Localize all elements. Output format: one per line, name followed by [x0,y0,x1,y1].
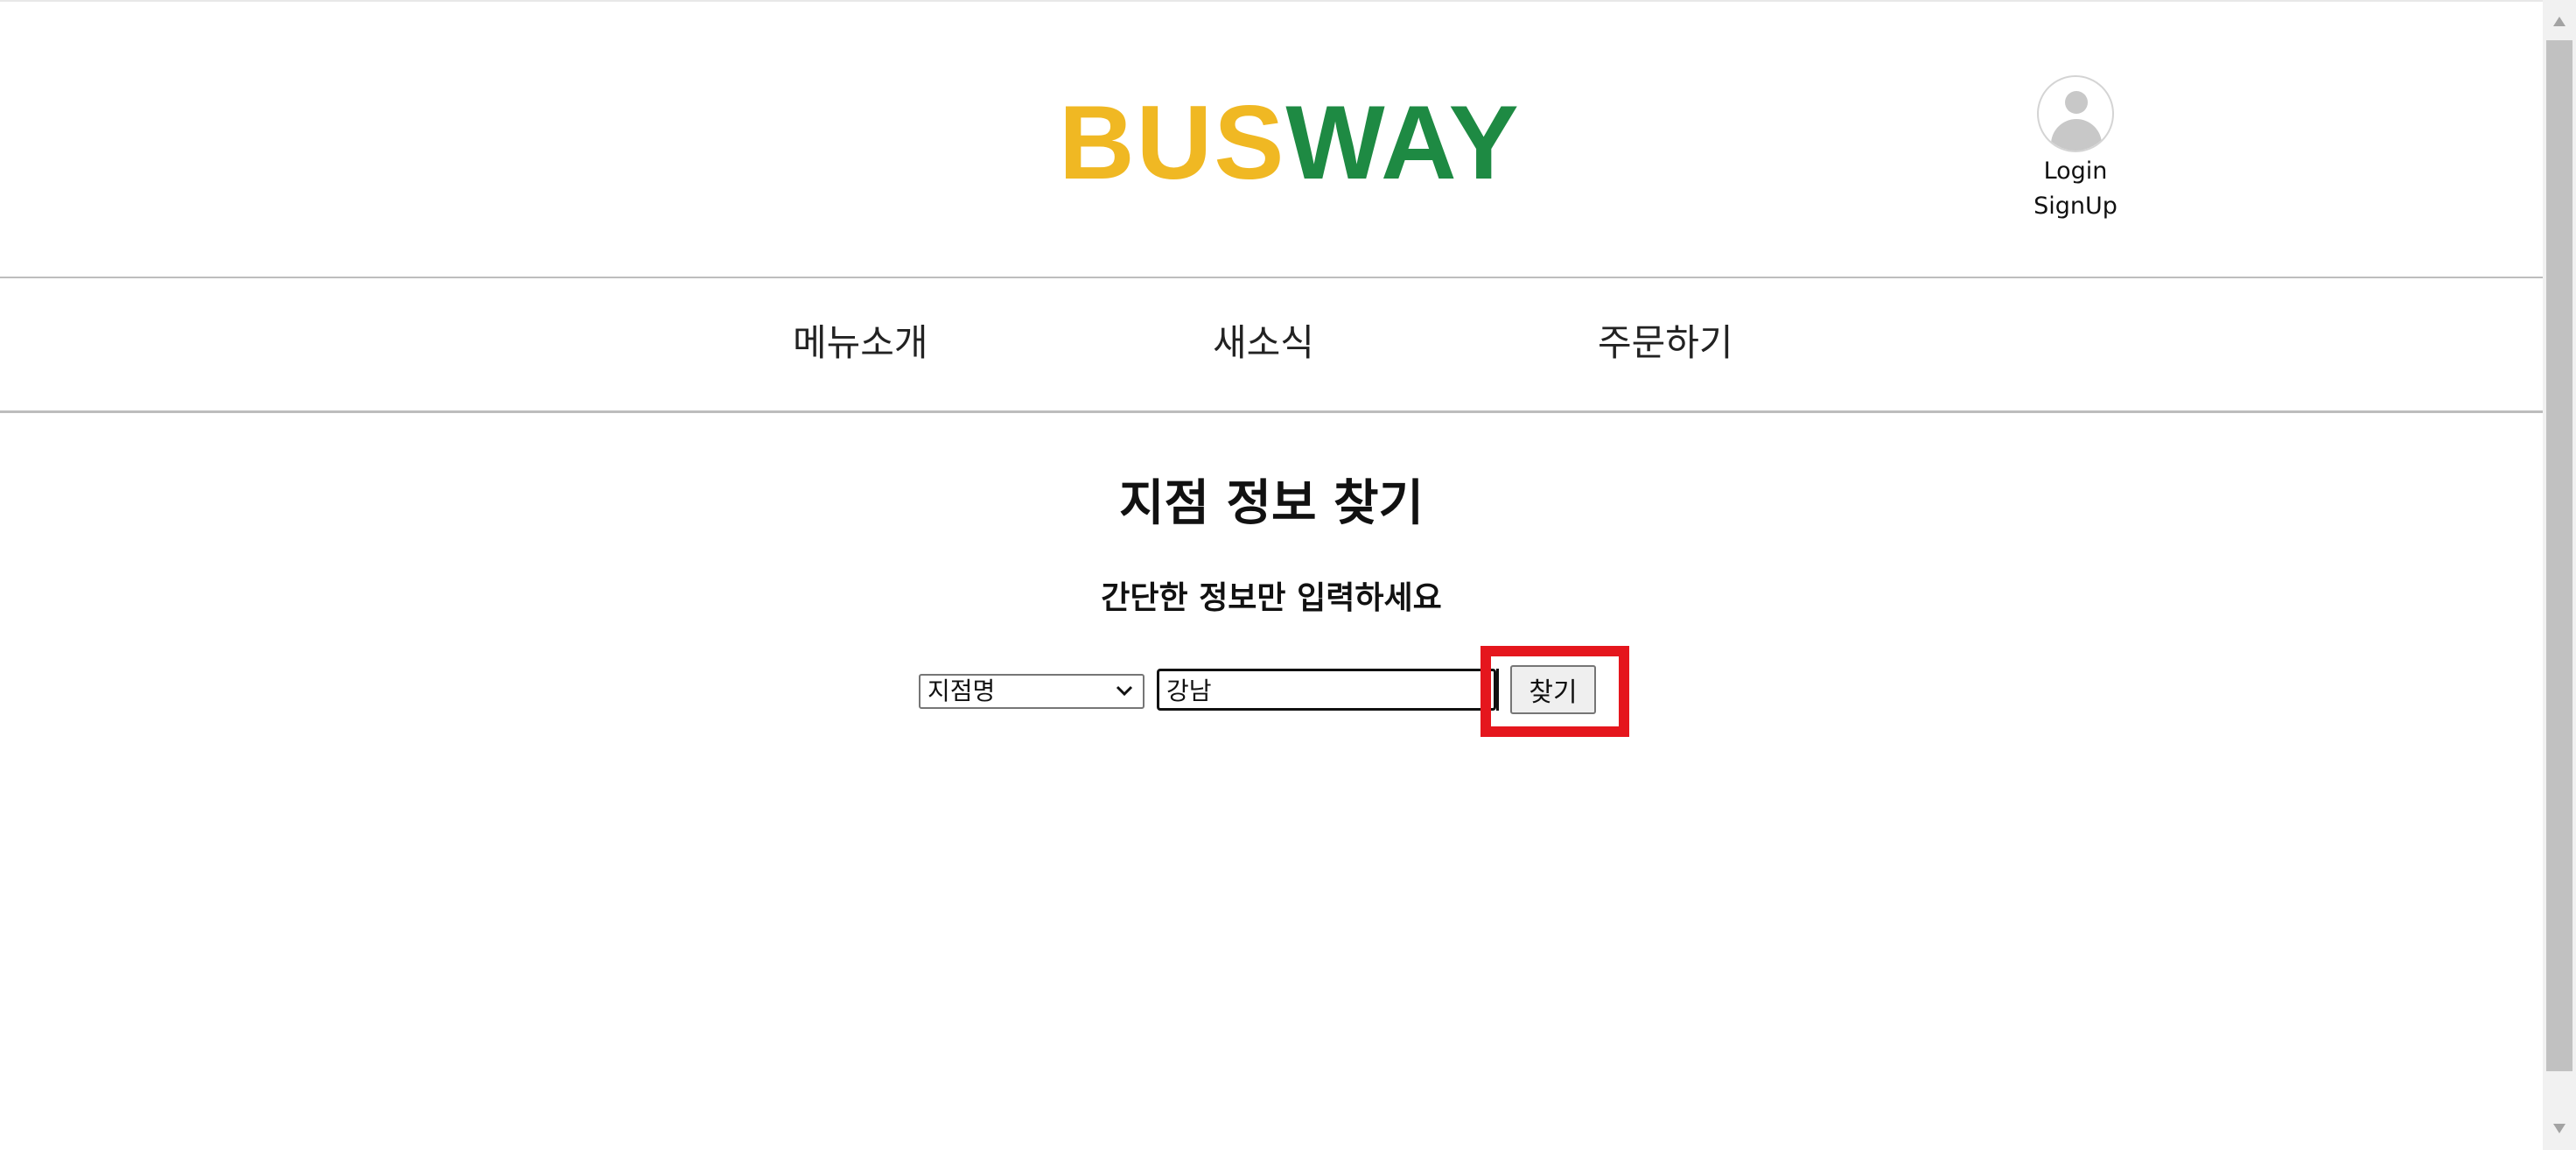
arrow-up-icon[interactable] [2543,9,2576,35]
page-viewport: BUSWAY Login SignUp 메뉴소개 새소식 주문하기 지점 정보 … [0,0,2543,1150]
site-header: BUSWAY Login SignUp [0,2,2543,277]
scrollbar-thumb[interactable] [2546,40,2572,1071]
input-caret [1496,669,1499,711]
logo-part-way: WAY [1285,84,1521,201]
main-nav: 메뉴소개 새소식 주문하기 [0,277,2543,413]
avatar-head-shape [2065,91,2088,114]
login-link[interactable]: Login [2012,154,2138,189]
search-input[interactable] [1157,669,1496,711]
search-button[interactable]: 찾기 [1510,665,1596,714]
page-subtitle: 간단한 정보만 입력하세요 [1101,580,1442,616]
chevron-down-icon [1116,685,1133,697]
vertical-scrollbar[interactable] [2543,0,2576,1150]
busway-logo[interactable]: BUSWAY [1059,86,1521,200]
nav-item-news[interactable]: 새소식 [1213,308,1314,378]
page-title: 지점 정보 찾기 [1118,475,1424,532]
user-avatar-icon[interactable] [2037,75,2114,152]
logo-part-bus: BUS [1059,84,1286,201]
nav-item-order[interactable]: 주문하기 [1598,308,1733,378]
arrow-down-icon[interactable] [2543,1115,2576,1141]
user-area: Login SignUp [2012,75,2138,224]
signup-link[interactable]: SignUp [2012,189,2138,224]
search-type-value: 지점명 [928,677,996,705]
search-type-select[interactable]: 지점명 [919,674,1144,709]
nav-item-menu[interactable]: 메뉴소개 [793,308,928,378]
avatar-shoulders-shape [2051,119,2102,151]
